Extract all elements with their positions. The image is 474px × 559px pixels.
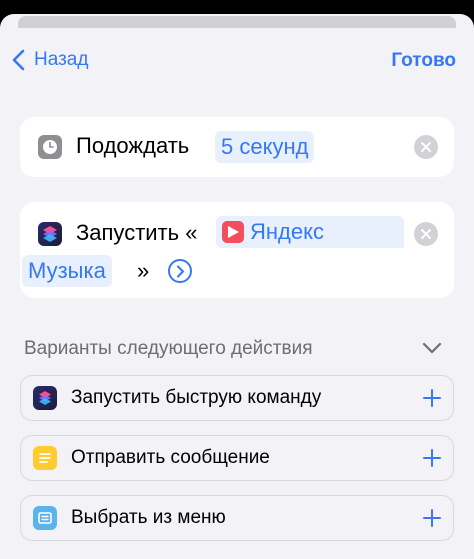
shortcut-editor-sheet: Назад Готово Подождать 5 секунд Запустит <box>0 14 474 559</box>
menu-icon <box>33 506 57 530</box>
action-label: Запустить « <box>76 220 198 245</box>
remove-action-button[interactable] <box>414 135 438 159</box>
action-card-run-shortcut[interactable]: Запустить « Яндекс Музыка » <box>20 202 454 298</box>
open-shortcut-button[interactable] <box>168 259 192 283</box>
chevron-right-icon <box>177 265 184 278</box>
plus-icon[interactable] <box>423 389 441 407</box>
yandex-music-icon <box>222 221 244 243</box>
message-icon <box>33 446 57 470</box>
back-label: Назад <box>34 49 89 70</box>
shortcut-parameter[interactable]: Яндекс <box>216 216 404 248</box>
suggestion-choose-from-menu[interactable]: Выбрать из меню <box>20 495 454 541</box>
shortcut-name-line1: Яндекс <box>250 219 324 244</box>
suggestion-label: Отправить сообщение <box>71 447 270 468</box>
suggestion-label: Выбрать из меню <box>71 507 226 528</box>
plus-icon[interactable] <box>423 509 441 527</box>
plus-icon[interactable] <box>423 449 441 467</box>
action-label: Подождать <box>76 133 190 158</box>
clock-icon <box>38 135 62 159</box>
action-card-wait[interactable]: Подождать 5 секунд <box>20 117 454 177</box>
suggestion-send-message[interactable]: Отправить сообщение <box>20 435 454 481</box>
shortcut-parameter-continued[interactable]: Музыка <box>22 255 112 287</box>
suggestion-run-shortcut[interactable]: Запустить быструю команду <box>20 375 454 421</box>
close-icon <box>421 142 431 152</box>
closing-quote: » <box>137 258 150 283</box>
suggestions-title: Варианты следующего действия <box>24 338 313 359</box>
sheet-background-stack <box>18 16 456 28</box>
close-icon <box>421 229 431 239</box>
chevron-down-icon[interactable] <box>422 341 442 355</box>
duration-parameter[interactable]: 5 секунд <box>215 131 315 163</box>
suggestion-label: Запустить быструю команду <box>71 387 322 408</box>
shortcuts-icon <box>33 386 57 410</box>
shortcuts-icon <box>38 222 62 246</box>
done-button[interactable]: Готово <box>391 50 456 72</box>
back-button[interactable]: Назад <box>10 48 88 72</box>
remove-action-button[interactable] <box>414 222 438 246</box>
chevron-left-icon <box>12 49 25 71</box>
